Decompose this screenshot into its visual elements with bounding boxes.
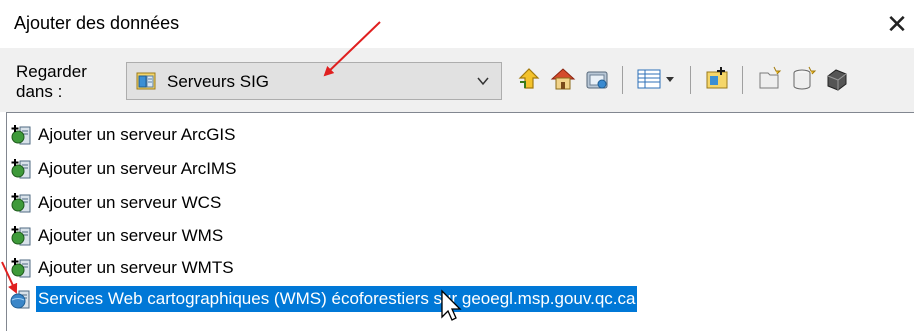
new-database-icon[interactable] xyxy=(788,64,818,94)
add-server-icon xyxy=(11,159,31,179)
list-item-label: Ajouter un serveur ArcGIS xyxy=(38,125,236,144)
up-one-level-icon[interactable] xyxy=(514,64,544,94)
wms-server-icon xyxy=(10,290,30,309)
toolbar-separator xyxy=(690,66,691,94)
look-in-label: Regarder dans : xyxy=(16,62,87,101)
location-value: Serveurs SIG xyxy=(167,72,270,91)
add-server-icon xyxy=(11,193,31,213)
catalog-connect-icon[interactable] xyxy=(582,64,612,94)
location-dropdown[interactable]: Serveurs SIG xyxy=(126,62,502,100)
list-item-label: Ajouter un serveur WCS xyxy=(38,193,222,212)
dialog-title: Ajouter des données xyxy=(14,13,180,33)
view-menu-icon[interactable] xyxy=(634,64,682,94)
look-in-toolbar: Regarder dans : Serveurs SIG xyxy=(0,48,914,112)
toolbar-separator xyxy=(742,66,743,94)
list-item-label: Ajouter un serveur ArcIMS xyxy=(38,159,237,178)
home-icon[interactable] xyxy=(548,64,578,94)
new-connection-icon[interactable] xyxy=(702,64,732,94)
close-button[interactable]: ✕ xyxy=(880,6,914,42)
list-item-label: Ajouter un serveur WMS xyxy=(38,226,224,245)
new-folder-icon[interactable] xyxy=(754,64,784,94)
tools-icon[interactable] xyxy=(822,64,852,94)
add-server-icon xyxy=(11,125,31,145)
list-item-label: Ajouter un serveur WMTS xyxy=(38,258,234,277)
add-server-icon xyxy=(11,258,31,278)
chevron-down-icon xyxy=(477,77,489,86)
toolbar-separator xyxy=(622,66,623,94)
gis-servers-icon xyxy=(136,72,156,90)
title-bar: Ajouter des données ✕ xyxy=(0,0,914,48)
add-server-icon xyxy=(11,226,31,246)
list-item-label: Services Web cartographiques (WMS) écofo… xyxy=(36,286,638,312)
